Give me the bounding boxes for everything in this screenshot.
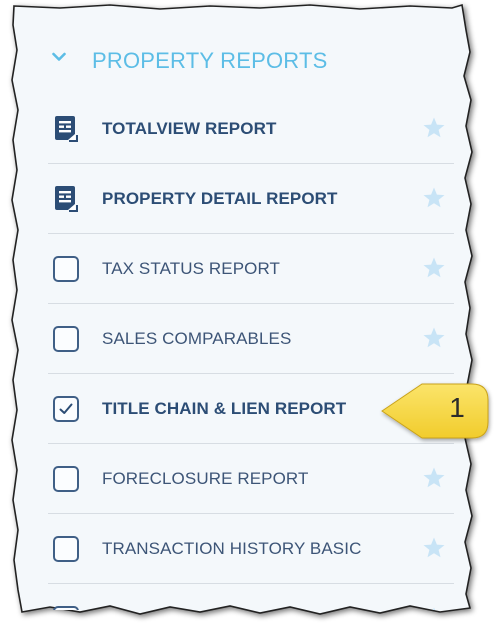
report-item-tax-status[interactable]: TAX STATUS REPORT [48,234,454,304]
star-icon[interactable] [422,536,446,560]
report-checkbox[interactable] [53,606,79,610]
report-item-label: SALES COMPARABLES [102,329,292,348]
callout-number: 1 [449,392,465,423]
section-title: PROPERTY REPORTS [92,48,328,73]
report-checkbox[interactable] [53,466,79,492]
report-item-label: TRANSACTION HISTORY BASIC [102,539,362,558]
report-item-label: TOTALVIEW REPORT [102,119,277,138]
report-document-icon [55,116,78,142]
report-item-partial[interactable] [48,584,454,610]
report-item-transaction-history-basic[interactable]: TRANSACTION HISTORY BASIC [48,514,454,584]
section-header[interactable]: PROPERTY REPORTS [16,10,468,102]
report-checkbox-checked[interactable] [53,396,79,422]
report-checkbox[interactable] [53,326,79,352]
report-item-sales-comparables[interactable]: SALES COMPARABLES [48,304,454,374]
checkmark-icon [59,403,73,414]
chevron-down-icon[interactable] [52,52,66,62]
report-item-label: FORECLOSURE REPORT [102,469,309,488]
star-icon[interactable] [422,186,446,210]
report-item-label: TAX STATUS REPORT [102,259,281,278]
report-item-label: PROPERTY DETAIL REPORT [102,189,338,208]
star-icon[interactable] [422,326,446,350]
star-icon[interactable] [422,466,446,490]
property-reports-panel: PROPERTY REPORTS TOTALVIEW REPORT PROPER… [16,10,468,610]
report-item-foreclosure[interactable]: FORECLOSURE REPORT [48,444,454,514]
report-document-icon [55,186,78,212]
star-icon[interactable] [422,606,446,610]
report-checkbox[interactable] [53,536,79,562]
star-icon[interactable] [422,256,446,280]
report-checkbox[interactable] [53,256,79,282]
report-item-totalview[interactable]: TOTALVIEW REPORT [48,94,454,164]
screenshot-frame: PROPERTY REPORTS TOTALVIEW REPORT PROPER… [0,0,496,628]
report-item-property-detail[interactable]: PROPERTY DETAIL REPORT [48,164,454,234]
callout-bubble [381,383,489,439]
star-icon[interactable] [422,116,446,140]
report-item-label: TITLE CHAIN & LIEN REPORT [102,399,347,418]
